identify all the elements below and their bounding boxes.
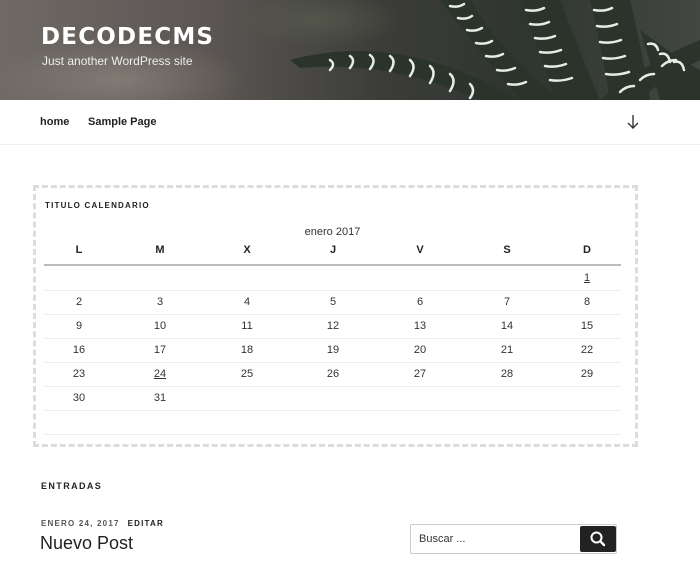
calendar-day: 23 (72, 368, 86, 380)
calendar-week-row: 9 10 11 12 13 14 15 (44, 315, 621, 339)
post-date[interactable]: ENERO 24, 2017 (41, 519, 120, 528)
calendar-day: 5 (329, 296, 337, 308)
calendar-day: 4 (243, 296, 251, 308)
posts-section-title: ENTRADAS (41, 481, 103, 491)
calendar-day: 20 (413, 344, 427, 356)
calendar-day: 18 (240, 344, 254, 356)
post-meta: ENERO 24, 2017 EDITAR (41, 519, 164, 528)
calendar-day: 26 (326, 368, 340, 380)
calendar-day: 13 (413, 320, 427, 332)
arrow-down-icon[interactable] (624, 112, 642, 132)
calendar-day: 14 (500, 320, 514, 332)
calendar-day: 30 (72, 392, 86, 404)
calendar-day: 22 (580, 344, 594, 356)
calendar-week-row (44, 411, 621, 435)
calendar-day: 9 (75, 320, 83, 332)
calendar-weekday: L (75, 244, 83, 256)
calendar-day: 10 (153, 320, 167, 332)
calendar-day: 15 (580, 320, 594, 332)
nav-item-home[interactable]: home (40, 116, 69, 128)
calendar-weekday-header: LMXJVSD (44, 244, 621, 266)
calendar-day: 7 (503, 296, 511, 308)
calendar-day: 8 (583, 296, 591, 308)
calendar-day-link[interactable]: 24 (145, 368, 175, 380)
search-button[interactable] (580, 526, 616, 552)
search-input[interactable] (411, 525, 579, 553)
calendar-day-link[interactable]: 1 (572, 272, 602, 284)
calendar-day: 17 (153, 344, 167, 356)
calendar-day: 11 (241, 320, 253, 332)
calendar-day: 31 (153, 392, 167, 404)
calendar-weekday: D (583, 244, 591, 256)
post-edit-link[interactable]: EDITAR (128, 519, 164, 528)
calendar-day: 2 (75, 296, 83, 308)
site-title[interactable]: DECODECMS (41, 24, 214, 50)
site-description: Just another WordPress site (42, 54, 193, 68)
calendar-day: 28 (500, 368, 514, 380)
header-plant-image (290, 0, 700, 100)
calendar-weekday: S (503, 244, 511, 256)
search-form (410, 524, 617, 554)
calendar-day: 6 (416, 296, 424, 308)
post-title[interactable]: Nuevo Post (40, 533, 133, 554)
calendar-week-row: 1 (44, 267, 621, 291)
calendar-week-row: 2 3 4 5 6 7 8 (44, 291, 621, 315)
search-icon (590, 531, 606, 547)
calendar-day: 21 (500, 344, 514, 356)
calendar-weekday: V (416, 244, 424, 256)
calendar-caption: enero 2017 (304, 226, 361, 238)
calendar-widget-title: TITULO CALENDARIO (45, 201, 150, 210)
calendar-week-row: 23 24 25 26 27 28 29 (44, 363, 621, 387)
calendar-day: 25 (240, 368, 254, 380)
calendar-week-row: 30 31 (44, 387, 621, 411)
calendar-day: 12 (326, 320, 340, 332)
calendar-weekday: M (155, 244, 165, 256)
calendar-day: 27 (413, 368, 427, 380)
site-header: DECODECMS Just another WordPress site (0, 0, 700, 100)
calendar-week-row: 16 17 18 19 20 21 22 (44, 339, 621, 363)
calendar-weekday: X (243, 244, 251, 256)
main-navigation: home Sample Page (0, 100, 700, 145)
nav-item-sample-page[interactable]: Sample Page (88, 116, 156, 128)
calendar-day: 19 (326, 344, 340, 356)
calendar-day: 16 (72, 344, 86, 356)
calendar-weekday: J (329, 244, 337, 256)
calendar-day: 3 (156, 296, 164, 308)
calendar-day: 29 (580, 368, 594, 380)
